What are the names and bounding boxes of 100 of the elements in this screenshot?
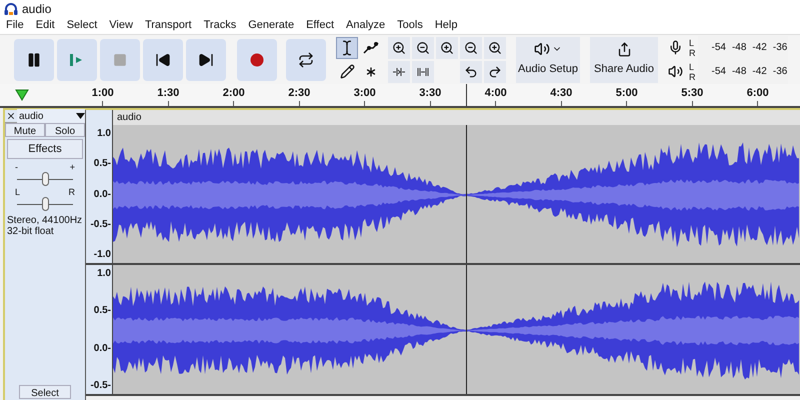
time-label: 6:00: [746, 86, 769, 100]
gain-minus-label: -: [15, 163, 18, 172]
zoom-out-button[interactable]: [412, 36, 434, 58]
zoom-toggle-button[interactable]: [484, 36, 506, 58]
time-label: 1:30: [157, 86, 180, 100]
slider[interactable]: [17, 197, 73, 211]
transport-button[interactable]: [286, 38, 326, 80]
menu-item[interactable]: Analyze: [340, 17, 392, 34]
channel-label: R: [689, 48, 696, 58]
solo-button[interactable]: Solo: [45, 123, 85, 137]
menu-item[interactable]: Tracks: [198, 17, 242, 34]
silence-icon: [416, 66, 430, 78]
meter-tick-label: -48: [732, 65, 746, 79]
headphones-icon: [4, 2, 18, 14]
redo-icon: [488, 64, 502, 78]
meter-tick-label: -54: [712, 41, 726, 55]
trim-button[interactable]: [388, 60, 410, 82]
speaker-icon: [534, 41, 550, 58]
effects-button[interactable]: Effects: [7, 139, 83, 159]
channel-label: R: [689, 72, 696, 82]
scale-label: 0.5-: [94, 304, 111, 318]
track-info: Stereo, 44100Hz 32-bit float: [6, 215, 84, 237]
scale-label: -1.0: [94, 248, 111, 262]
scale-label: 0.5-: [94, 157, 111, 172]
silence-button[interactable]: [412, 60, 434, 82]
fit-selection-button[interactable]: [436, 36, 458, 58]
window-title: audio: [22, 0, 52, 18]
scale-label: -0.5-: [90, 378, 111, 393]
skip-to-start-icon: [155, 52, 171, 68]
meter-tick-label: -48: [732, 41, 746, 55]
slider-thumb[interactable]: [42, 172, 49, 186]
transport-button[interactable]: [186, 38, 226, 80]
undo-icon: [464, 64, 478, 78]
share-audio-button[interactable]: Share Audio: [590, 36, 658, 82]
magnifier-icon: [488, 40, 502, 54]
menu-item[interactable]: Effect: [300, 17, 340, 34]
menu-item[interactable]: Help: [428, 17, 464, 34]
envelope-tool-icon: [363, 40, 379, 54]
speaker-icon[interactable]: [668, 64, 683, 79]
slider[interactable]: [17, 172, 73, 186]
time-label: 2:00: [222, 86, 245, 100]
scale-label: 0.0-: [94, 342, 111, 356]
redo-button[interactable]: [484, 60, 506, 82]
clip-title-bar[interactable]: audio: [113, 110, 800, 125]
meter-tick-label: -42: [752, 41, 767, 55]
menu-item[interactable]: Edit: [30, 17, 61, 34]
microphone-icon[interactable]: [668, 40, 683, 55]
skip-to-end-icon: [198, 52, 214, 68]
menu-item[interactable]: Select: [60, 17, 104, 34]
menu-item[interactable]: Tools: [391, 17, 429, 34]
pan-left-label: L: [15, 188, 20, 197]
scale-label: 1.0: [97, 127, 111, 141]
play-head-triangle-icon[interactable]: [15, 89, 29, 101]
time-label: 2:30: [288, 86, 310, 100]
select-button[interactable]: Select: [19, 385, 71, 399]
time-label: 1:00: [92, 86, 114, 100]
fit-project-button[interactable]: [460, 36, 482, 58]
close-icon: [6, 111, 16, 121]
scale-label: 1.0: [97, 267, 111, 281]
scale-label: -0.5-: [90, 218, 111, 232]
record-icon: [250, 52, 264, 66]
zoom-in-button[interactable]: [388, 36, 410, 58]
time-label: 5:00: [616, 86, 638, 100]
loop-icon: [298, 52, 314, 68]
magnifier-icon: [440, 40, 454, 54]
undo-button[interactable]: [460, 60, 482, 82]
time-label: 5:30: [681, 86, 704, 100]
close-button[interactable]: [5, 110, 17, 122]
transport-button[interactable]: [143, 38, 183, 80]
time-label: 3:30: [419, 86, 442, 100]
meter-tick-label: -42: [752, 65, 767, 79]
share-icon: [616, 42, 632, 57]
caret-icon: [76, 113, 85, 119]
channel-label: L: [689, 62, 696, 72]
meter-tick-label: -36: [772, 65, 788, 79]
zoom-out-icon: [416, 40, 430, 54]
menu-item[interactable]: Generate: [242, 17, 300, 34]
audio-setup-button[interactable]: Audio Setup: [516, 36, 580, 82]
stop-icon: [113, 52, 127, 66]
menu-item[interactable]: File: [0, 17, 30, 34]
magnifier-icon: [464, 40, 478, 54]
menu-item[interactable]: Transport: [138, 17, 198, 34]
pencil-icon: [340, 64, 354, 79]
transport-button[interactable]: [14, 38, 54, 80]
track-name-menu[interactable]: audio: [17, 108, 85, 124]
pan-right-label: R: [68, 188, 75, 197]
trim-icon: [392, 66, 406, 78]
tool-button[interactable]: [336, 36, 358, 58]
zoom-in-icon: [392, 40, 406, 54]
channel-label: L: [689, 38, 696, 48]
time-label: 4:00: [484, 86, 507, 100]
menu-item[interactable]: View: [103, 17, 139, 34]
time-label: 4:30: [550, 86, 572, 100]
mute-button[interactable]: Mute: [5, 123, 45, 137]
time-label: 3:00: [354, 86, 376, 100]
slider-thumb[interactable]: [42, 197, 49, 211]
gain-plus-label: +: [70, 163, 75, 172]
scale-label: 0.0-: [94, 188, 111, 202]
pause-icon: [26, 52, 42, 68]
meter-tick-label: -54: [712, 65, 726, 79]
